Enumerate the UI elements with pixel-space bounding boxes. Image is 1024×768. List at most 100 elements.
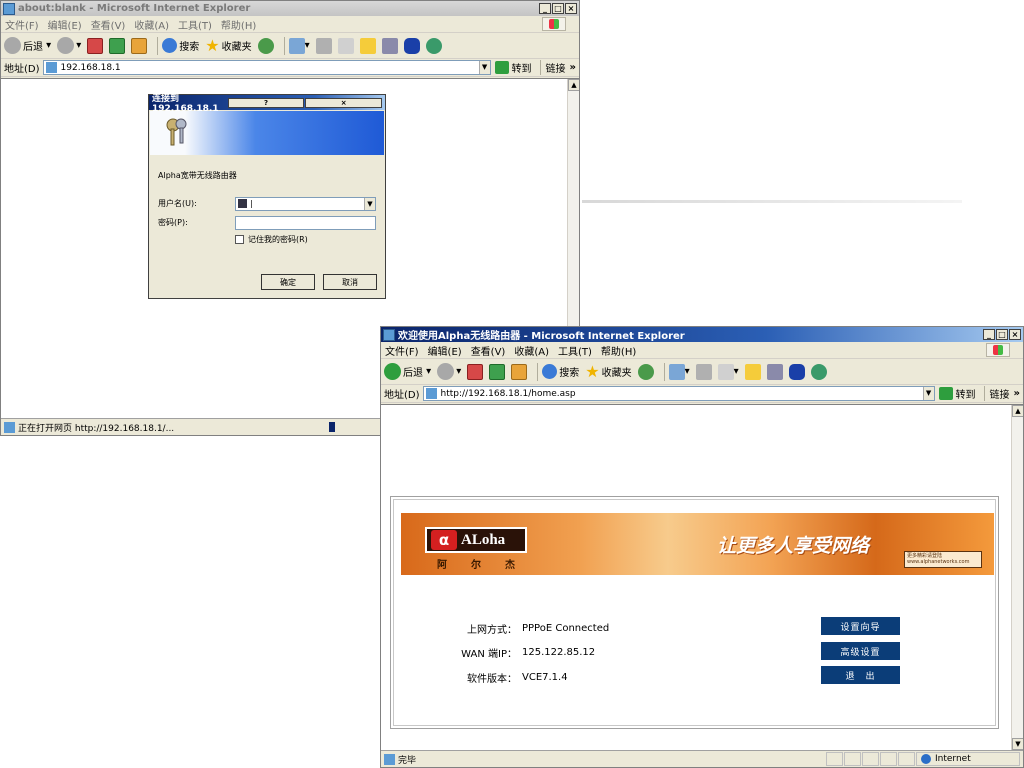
print-button[interactable] [695,363,712,380]
setup-wizard-button[interactable]: 设置向导 [821,617,900,635]
scroll-up-arrow-icon[interactable]: ▲ [568,79,579,91]
address-input[interactable]: 192.168.18.1 ▼ [42,60,491,75]
search-button[interactable]: 搜索 [542,364,579,379]
menu-file[interactable]: 文件(F) [5,17,39,32]
chevron-right-icon[interactable]: » [570,62,576,73]
password-field[interactable] [235,215,376,230]
address-label: 地址(D) [384,390,420,401]
refresh-icon [489,363,506,380]
address-dropdown-button[interactable]: ▼ [922,387,934,400]
favorites-button[interactable]: ★ 收藏夹 [205,36,251,55]
help-button[interactable]: ? [227,97,305,108]
go-button[interactable]: 转到 [938,386,976,401]
folder-button[interactable] [359,37,376,54]
close-button[interactable]: × [1009,329,1021,340]
menu-view[interactable]: 查看(V) [471,343,506,358]
mail-button[interactable]: ▾ [288,37,310,54]
username-dropdown-button[interactable]: ▼ [364,197,375,210]
forward-arrow-icon [57,37,75,54]
favorites-button[interactable]: ★ 收藏夹 [585,362,631,381]
router-panel: α ALoha 阿尔杰 让更多人享受网络 更多精彩请登陆 www.alphane… [390,496,999,729]
bluetooth-button[interactable] [788,363,805,380]
toolbar-separator [157,36,159,55]
title-bar[interactable]: about:blank - Microsoft Internet Explore… [1,1,579,16]
menu-edit[interactable]: 编辑(E) [428,343,462,358]
ok-button[interactable]: 确定 [261,274,315,290]
refresh-button[interactable] [489,363,506,380]
menu-help[interactable]: 帮助(H) [601,343,636,358]
messenger-button[interactable] [425,37,442,54]
banner-slogan: 让更多人享受网络 [717,535,870,557]
dialog-title-bar[interactable]: 连接到 192.168.18.1 ? × [149,94,385,114]
menu-favorites[interactable]: 收藏(A) [134,17,169,32]
address-input[interactable]: http://192.168.18.1/home.asp ▼ [422,386,935,401]
zone-label: Internet [935,753,971,764]
scroll-down-arrow-icon[interactable]: ▼ [1012,738,1023,750]
folder-button[interactable] [744,363,761,380]
mail-button[interactable]: ▾ [668,363,690,380]
chevron-right-icon[interactable]: » [1014,388,1020,399]
status-cell [880,751,897,766]
logout-button[interactable]: 退 出 [821,666,900,684]
menu-file[interactable]: 文件(F) [385,343,419,358]
close-button[interactable]: × [565,3,577,14]
dialog-body: Alpha宽带无线路由器 用户名(U): | ▼ 密码(P): 记住我的密码(R… [149,156,385,251]
edit-button[interactable]: ▾ [717,363,739,380]
back-arrow-icon [4,37,21,54]
links-button[interactable]: 链接 [983,386,1010,401]
print-button[interactable] [315,37,332,54]
refresh-button[interactable] [109,37,126,54]
cancel-button[interactable]: 取消 [323,274,377,290]
media-button[interactable] [257,37,274,54]
minimize-button[interactable]: _ [539,3,551,14]
scroll-up-arrow-icon[interactable]: ▲ [1012,405,1023,417]
status-cell [898,751,915,766]
dialog-close-button[interactable]: × [305,97,383,108]
research-button[interactable] [766,363,783,380]
messenger-icon [425,37,442,54]
go-arrow-icon [494,61,509,74]
menu-edit[interactable]: 编辑(E) [48,17,82,32]
messenger-button[interactable] [810,363,827,380]
stop-icon [467,363,484,380]
username-field[interactable]: | ▼ [235,196,376,211]
home-button[interactable] [511,363,528,380]
title-bar[interactable]: 欢迎使用Alpha无线路由器 - Microsoft Internet Expl… [381,327,1023,342]
minimize-button[interactable]: _ [983,329,995,340]
maximize-button[interactable]: □ [996,329,1008,340]
stop-button[interactable] [467,363,484,380]
alpha-logo-mark-icon: α [431,530,457,550]
printer-icon [695,363,712,380]
vertical-scrollbar[interactable]: ▲ ▼ [1011,405,1023,750]
bluetooth-button[interactable] [403,37,420,54]
links-button[interactable]: 链接 [539,60,566,75]
remember-password-row[interactable]: 记住我的密码(R) [235,234,376,245]
remember-password-checkbox[interactable] [235,235,244,244]
go-label: 转到 [511,64,532,75]
go-button[interactable]: 转到 [494,60,532,75]
research-icon [766,363,783,380]
forward-button[interactable]: ▾ [437,363,461,380]
stop-button[interactable] [87,37,104,54]
menu-favorites[interactable]: 收藏(A) [514,343,549,358]
back-button[interactable]: 后退 ▾ [384,363,431,380]
menu-help[interactable]: 帮助(H) [221,17,256,32]
search-button[interactable]: 搜索 [162,38,199,53]
back-button[interactable]: 后退 ▾ [4,37,51,54]
address-value: http://192.168.18.1/home.asp [440,388,576,399]
wan-ip-label: WAN 端IP： [461,649,517,660]
maximize-button[interactable]: □ [552,3,564,14]
home-button[interactable] [131,37,148,54]
menu-tools[interactable]: 工具(T) [178,17,212,32]
media-button[interactable] [637,363,654,380]
menu-view[interactable]: 查看(V) [91,17,126,32]
toolbar-separator [283,36,285,55]
wan-ip-value: 125.122.85.12 [522,647,596,658]
advanced-settings-button[interactable]: 高级设置 [821,642,900,660]
address-dropdown-button[interactable]: ▼ [478,61,490,74]
forward-button[interactable]: ▾ [57,37,81,54]
edit-button[interactable] [337,37,354,54]
research-button[interactable] [381,37,398,54]
connection-type-value: PPPoE Connected [522,623,610,634]
menu-tools[interactable]: 工具(T) [558,343,592,358]
